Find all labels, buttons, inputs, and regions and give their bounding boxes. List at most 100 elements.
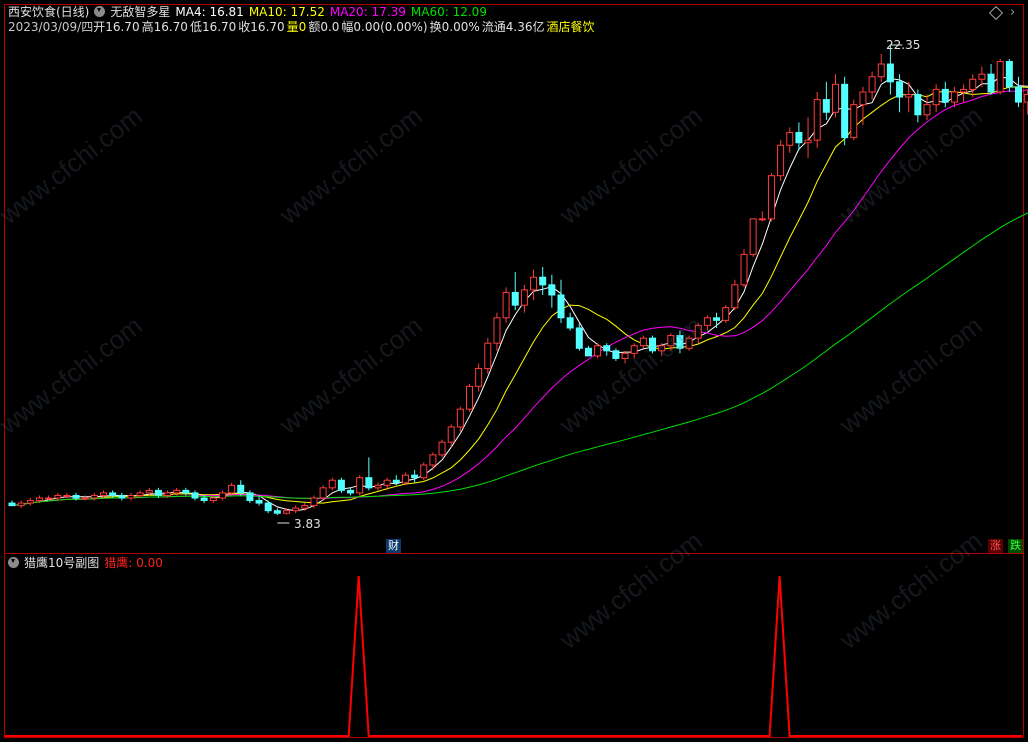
candle-body [758,218,766,221]
sub-indicator-menu-icon[interactable] [8,557,19,568]
candle-body [383,479,391,486]
finance-badge[interactable]: 财 [386,539,401,553]
candle-body [145,489,153,494]
candle-body [136,492,144,496]
candle-body [1005,60,1013,88]
chevron-right-icon[interactable]: › [1010,6,1015,19]
candle-body [612,350,620,359]
candle-body [347,489,355,494]
volume-label: 量 [286,20,299,34]
candle-body [273,510,281,514]
candle-body [859,91,867,106]
candle-body [685,337,693,349]
turnover-value: 换0.00% [429,20,480,34]
candle-body [740,253,748,286]
main-price-panel[interactable] [8,44,1028,524]
sub-panel-title[interactable]: 猎鹰10号副图 [24,556,99,570]
candle-body [667,335,675,347]
candle-body [960,88,968,93]
candle-body [813,99,821,141]
candle-body [786,132,794,146]
ma60-line [11,212,1028,507]
candle-body [530,276,538,291]
candle-body [319,487,327,499]
sub-indicator-panel[interactable] [5,575,1022,737]
candle-body [841,83,849,139]
candle-body [713,317,721,321]
candle-body [877,63,885,78]
candle-body [54,494,62,499]
candle-body [228,484,236,494]
candle-body [941,88,949,103]
candle-body [502,291,510,319]
low-price-label: 3.83 [294,517,321,531]
candle-body [81,497,89,500]
candle-body [575,327,583,349]
indicator-menu-icon[interactable] [94,6,106,17]
candle-body [429,454,437,466]
candle-body [676,335,684,349]
candle-body [301,505,309,509]
candle-body [63,494,71,497]
candle-body [447,426,455,443]
float-cap-value: 流通4.36亿 [481,20,545,34]
candle-body [896,81,904,98]
candle-body [164,492,172,496]
sector-name[interactable]: 酒店餐饮 [546,20,594,34]
candle-body [127,494,135,499]
date-value: 2023/03/09/四 [8,20,94,34]
candle-body [26,500,34,504]
candle-body [520,289,528,306]
candle-body [411,474,419,479]
candle-body [1024,93,1028,103]
candle-body [466,385,473,410]
candle-body [374,484,382,489]
candle-body [356,477,364,494]
candle-body [237,484,245,494]
low-value: 低16.70 [189,20,237,34]
candle-body [832,83,839,113]
candle-body [209,497,217,502]
candle-body [173,489,181,494]
candle-body [621,352,629,359]
candle-body [731,284,739,309]
candle-body [337,479,345,491]
candle-body [950,91,958,103]
candle-body [639,337,647,347]
stock-name[interactable]: 西安饮食(日线) [8,5,89,19]
sub-panel-value: 猎鹰: 0.00 [104,556,163,570]
candle-body [795,132,803,144]
candle-body [886,63,894,83]
outer-border [4,4,1024,738]
candle-body [392,479,400,484]
ma60-value: MA60: 12.09 [410,5,487,19]
ma20-line [11,89,1028,507]
high-price-label: 22.35 [886,38,921,52]
candle-body [246,492,254,502]
candle-body [484,342,492,370]
candle-body [182,489,190,494]
candle-body [548,284,556,296]
candle-body [200,497,208,502]
candle-body [850,104,858,139]
candle-body [310,497,318,507]
candle-body [438,441,446,456]
rise-badge[interactable]: 涨 [988,539,1003,553]
candle-body [923,104,931,116]
candle-body [969,78,977,90]
ma4-value: MA4: 16.81 [175,5,244,19]
chart-frame [4,4,1028,738]
candle-body [584,347,592,357]
candle-body [8,502,16,507]
fall-badge[interactable]: 跌 [1008,539,1023,553]
candle-body [932,88,940,106]
candle-body [804,139,812,144]
candle-body [703,317,711,326]
candle-body [100,492,107,496]
indicator-name[interactable]: 无敌智多星 [110,5,170,19]
candle-body [1015,86,1022,103]
candle-body [264,502,272,512]
candle-body [749,218,757,255]
candle-body [365,477,373,489]
header-line-2: 2023/03/09/四开16.70 高16.70 低16.70 收16.70 量0 额0… [8,20,600,34]
